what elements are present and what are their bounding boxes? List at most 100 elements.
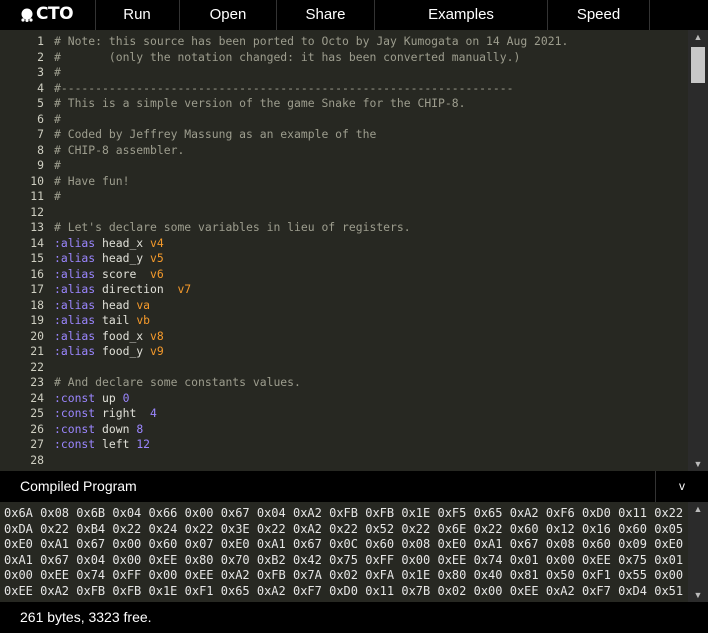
editor-vertical-scrollbar[interactable]: ▲ ▼ [688, 30, 708, 471]
share-button[interactable]: Share [277, 0, 375, 30]
code-token: v6 [150, 266, 164, 281]
code-line[interactable]: :alias direction v7 [54, 282, 688, 298]
hex-line: 0xA1 0x67 0x04 0x00 0xEE 0x80 0x70 0xB2 … [4, 552, 684, 567]
line-number: 26 [30, 421, 44, 436]
code-line[interactable]: :alias score v6 [54, 267, 688, 283]
code-line[interactable]: #---------------------------------------… [54, 81, 688, 97]
logo-text: CTO [36, 4, 74, 24]
code-token: direction [95, 282, 178, 296]
code-line[interactable]: # CHIP-8 assembler. [54, 143, 688, 159]
code-token: #---------------------------------------… [54, 80, 514, 95]
code-token: # [54, 111, 61, 126]
line-number: 28 [30, 452, 44, 467]
code-line[interactable]: # (only the notation changed: it has bee… [54, 50, 688, 66]
code-line[interactable]: :alias food_y v9 [54, 344, 688, 360]
line-number: 19 [30, 313, 44, 327]
hex-line: 0xDA 0x22 0xB4 0x22 0x24 0x22 0x3E 0x22 … [4, 521, 684, 536]
line-number: 7 [37, 127, 44, 141]
code-token: v9 [150, 344, 164, 358]
hex-line: 0xE0 0xA1 0x67 0x00 0x60 0x07 0xE0 0xA1 … [4, 537, 684, 552]
line-number: 20 [30, 328, 44, 343]
speed-button[interactable]: Speed [548, 0, 650, 30]
code-token: tail [95, 313, 137, 327]
code-token: head [95, 297, 137, 312]
code-token: 8 [136, 421, 144, 436]
line-number: 22 [30, 359, 44, 374]
compiled-hex-output[interactable]: 0x6A 0x08 0x6B 0x04 0x66 0x00 0x67 0x04 … [0, 502, 708, 602]
code-token: v8 [150, 328, 164, 343]
code-line[interactable]: # [54, 189, 688, 205]
code-token: :alias [54, 282, 96, 296]
code-token: :const [54, 406, 96, 420]
examples-button[interactable]: Examples [375, 0, 548, 30]
line-number: 23 [30, 375, 44, 389]
line-number: 8 [37, 142, 44, 157]
code-line[interactable]: :alias tail vb [54, 313, 688, 329]
code-line[interactable]: :alias head_y v5 [54, 251, 688, 267]
code-token: v7 [177, 282, 192, 296]
code-token: :alias [54, 344, 96, 358]
code-token: # [54, 189, 61, 203]
line-number: 5 [37, 96, 44, 110]
line-number: 15 [30, 251, 44, 265]
octo-logo[interactable]: CTO [0, 0, 96, 30]
line-number: 18 [30, 297, 44, 312]
code-line[interactable]: # Coded by Jeffrey Massung as an example… [54, 127, 688, 143]
code-token: # Coded by Jeffrey Massung as an example… [54, 127, 377, 141]
code-line[interactable]: # [54, 65, 688, 81]
code-text-area[interactable]: # Note: this source has been ported to O… [54, 34, 688, 468]
scrollbar-thumb[interactable] [691, 47, 705, 83]
line-number: 6 [37, 111, 44, 126]
code-line[interactable]: :alias food_x v8 [54, 329, 688, 345]
top-toolbar: CTO Run Open Share Examples Speed [0, 0, 708, 30]
code-line[interactable]: :const left 12 [54, 437, 688, 453]
line-number: 25 [30, 406, 44, 420]
code-token: :const [54, 390, 96, 405]
code-line[interactable]: # This is a simple version of the game S… [54, 96, 688, 112]
code-line[interactable]: :alias head_x v4 [54, 236, 688, 252]
compiled-toggle-button[interactable]: v [655, 471, 708, 502]
code-token: food_x [95, 328, 151, 343]
code-line[interactable] [54, 360, 688, 376]
code-line[interactable]: # Let's declare some variables in lieu o… [54, 220, 688, 236]
line-number: 13 [30, 220, 44, 234]
code-token: right [95, 406, 151, 420]
open-button[interactable]: Open [180, 0, 277, 30]
code-token: :alias [54, 328, 96, 343]
scroll-up-icon[interactable]: ▲ [688, 502, 708, 516]
code-token: food_y [95, 344, 151, 358]
code-line[interactable]: :const up 0 [54, 391, 688, 407]
hex-vertical-scrollbar[interactable]: ▲ ▼ [688, 502, 708, 602]
line-number: 21 [30, 344, 44, 358]
line-number: 12 [30, 204, 44, 219]
run-button[interactable]: Run [95, 0, 180, 30]
code-token: vb [136, 313, 151, 327]
line-number: 24 [30, 390, 44, 405]
code-token: 12 [136, 437, 151, 451]
hex-line: 0x00 0xEE 0x74 0xFF 0x00 0xEE 0xA2 0xFB … [4, 568, 684, 583]
code-token: # Have fun! [54, 173, 130, 188]
scroll-down-icon[interactable]: ▼ [688, 457, 708, 471]
code-token: :alias [54, 313, 96, 327]
code-line[interactable]: :const right 4 [54, 406, 688, 422]
scroll-up-icon[interactable]: ▲ [688, 30, 708, 44]
code-line[interactable]: :alias head va [54, 298, 688, 314]
code-token: # [54, 158, 61, 172]
code-editor[interactable]: 1 2 3 4 5 6 7 8 9 10 11 12 13 14 15 16 17 18 19 20 21 22 23 24 2… [0, 30, 708, 471]
code-line[interactable]: # [54, 158, 688, 174]
code-line[interactable]: :const down 8 [54, 422, 688, 438]
code-line[interactable]: # Have fun! [54, 174, 688, 190]
code-line[interactable] [54, 205, 688, 221]
code-token: # Let's declare some variables in lieu o… [54, 220, 411, 234]
code-line[interactable] [54, 453, 688, 469]
code-token: head_y [95, 251, 151, 265]
status-bar: 261 bytes, 3323 free. [0, 602, 708, 633]
code-line[interactable]: # And declare some constants values. [54, 375, 688, 391]
code-line[interactable]: # [54, 112, 688, 128]
code-token: # This is a simple version of the game S… [54, 96, 466, 110]
scroll-down-icon[interactable]: ▼ [688, 588, 708, 602]
line-number: 1 [37, 34, 44, 48]
code-line[interactable]: # Note: this source has been ported to O… [54, 34, 688, 50]
line-number: 10 [30, 173, 44, 188]
line-number: 16 [30, 266, 44, 281]
